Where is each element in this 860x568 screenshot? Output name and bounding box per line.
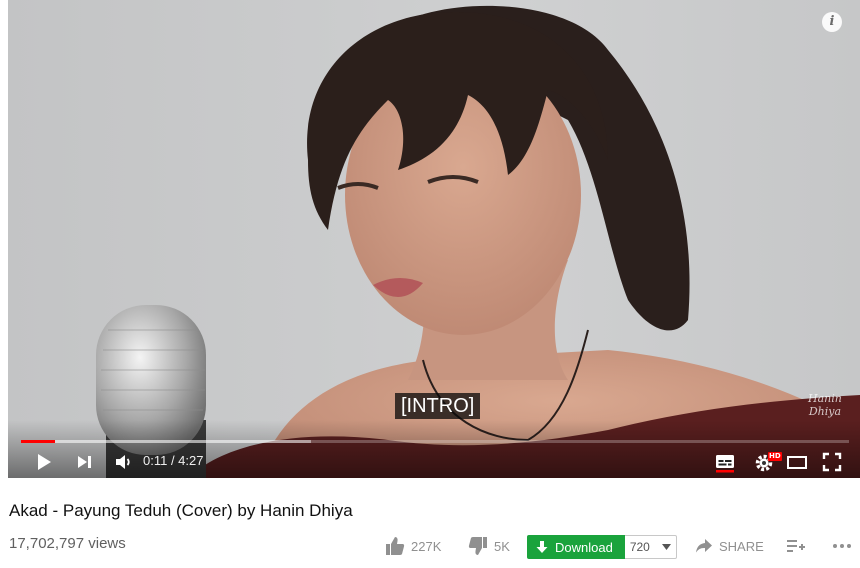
- info-icon[interactable]: i: [822, 12, 842, 32]
- like-count: 227K: [411, 538, 442, 554]
- add-to-playlist-icon: [787, 540, 805, 552]
- video-player[interactable]: i [INTRO] Hanin Dhiya 0:11 / 4:27 HD: [8, 0, 860, 478]
- quality-value: 720: [629, 540, 650, 554]
- add-to-playlist-button[interactable]: [786, 533, 806, 559]
- theater-mode-button[interactable]: [784, 450, 810, 474]
- subtitles-button[interactable]: [712, 450, 738, 474]
- caption-text: [INTRO]: [395, 393, 481, 419]
- channel-watermark: Hanin Dhiya: [808, 392, 842, 418]
- next-button[interactable]: [72, 450, 96, 474]
- thumbs-down-icon: [468, 537, 487, 555]
- fullscreen-icon: [822, 452, 842, 472]
- like-button[interactable]: 227K: [385, 533, 441, 559]
- progress-buffered: [21, 440, 311, 443]
- chevron-down-icon: [662, 544, 671, 550]
- play-button[interactable]: [32, 450, 56, 474]
- play-icon: [38, 454, 51, 470]
- watermark-line-2: Dhiya: [808, 405, 842, 418]
- video-title: Akad - Payung Teduh (Cover) by Hanin Dhi…: [9, 501, 353, 520]
- download-button[interactable]: Download: [527, 535, 625, 559]
- settings-button[interactable]: HD: [750, 450, 782, 474]
- view-count: 17,702,797 views: [9, 535, 126, 552]
- thumbs-up-icon: [386, 537, 405, 555]
- dislike-button[interactable]: 5K: [468, 533, 510, 559]
- quality-select[interactable]: 720: [624, 535, 677, 559]
- theater-mode-icon: [787, 456, 807, 469]
- share-label: SHARE: [719, 538, 764, 554]
- download-arrow-icon: [536, 541, 548, 553]
- progress-bar[interactable]: [21, 440, 849, 443]
- more-actions-button[interactable]: [832, 533, 852, 559]
- hd-badge: HD: [768, 452, 782, 461]
- share-button[interactable]: SHARE: [695, 533, 764, 559]
- subtitles-icon: [716, 455, 734, 473]
- more-horizontal-icon: [833, 544, 851, 548]
- watermark-line-1: Hanin: [808, 392, 842, 405]
- time-display: 0:11 / 4:27: [143, 453, 204, 468]
- volume-button[interactable]: [112, 450, 136, 474]
- volume-icon: [116, 455, 130, 469]
- dislike-count: 5K: [494, 538, 510, 554]
- download-label: Download: [555, 539, 613, 555]
- progress-played: [21, 440, 55, 443]
- share-arrow-icon: [696, 539, 712, 553]
- next-icon: [78, 456, 91, 468]
- fullscreen-button[interactable]: [820, 450, 844, 474]
- download-widget: Download 720: [527, 535, 677, 559]
